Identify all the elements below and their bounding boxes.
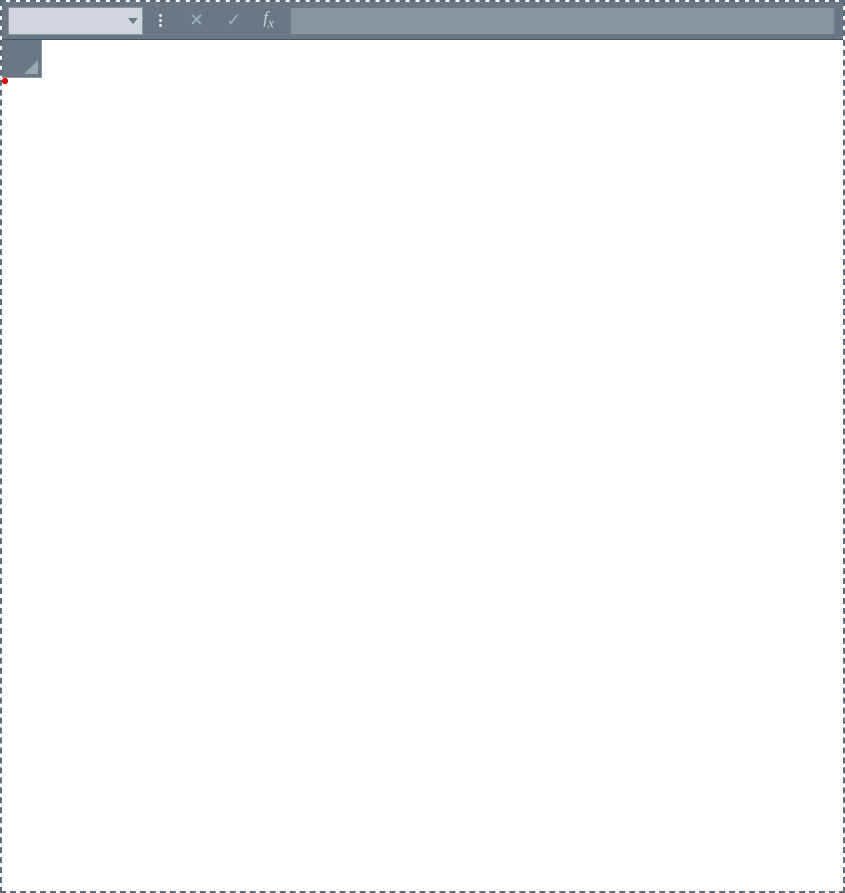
formula-input[interactable] [290, 7, 835, 35]
name-box[interactable] [8, 7, 143, 35]
enter-icon[interactable]: ✓ [226, 10, 241, 31]
cancel-icon[interactable]: ✕ [189, 10, 204, 31]
callout-box [2, 78, 8, 84]
fx-icon[interactable]: fx [263, 8, 274, 32]
formula-bar-buttons: ✕ ✓ fx [159, 8, 274, 32]
dropdown-icon[interactable] [128, 18, 138, 24]
spreadsheet-grid [2, 40, 843, 78]
grip-icon[interactable] [159, 14, 167, 27]
formula-bar: ✕ ✓ fx [2, 2, 843, 40]
select-all-corner[interactable] [2, 40, 42, 78]
